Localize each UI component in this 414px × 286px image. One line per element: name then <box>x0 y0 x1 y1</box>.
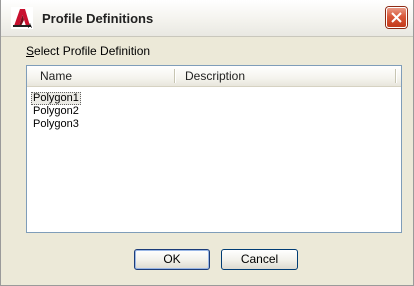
title-bar[interactable]: A Profile Definitions <box>1 0 413 37</box>
svg-text:A: A <box>28 24 32 29</box>
ok-button[interactable]: OK <box>134 249 210 270</box>
column-header-name[interactable]: Name <box>27 66 175 86</box>
window-title: Profile Definitions <box>42 11 154 26</box>
close-icon <box>391 12 402 23</box>
cancel-button[interactable]: Cancel <box>221 249 298 270</box>
profile-definitions-dialog: A Profile Definitions Select Profile Def… <box>0 0 414 286</box>
label-rest: elect Profile Definition <box>34 44 151 58</box>
select-profile-definition-label: Select Profile Definition <box>26 44 150 58</box>
label-accelerator: S <box>26 44 35 58</box>
close-button[interactable] <box>386 7 407 28</box>
autocad-app-icon: A <box>11 7 33 30</box>
list-item[interactable]: Polygon3 <box>31 118 81 131</box>
list-rows: Polygon1 Polygon2 Polygon3 <box>31 90 81 131</box>
column-header-description[interactable]: Description <box>175 66 401 86</box>
column-separator[interactable] <box>395 69 397 83</box>
profile-definitions-list[interactable]: Name Description Polygon1 Polygon2 Polyg… <box>26 65 402 233</box>
list-header: Name Description <box>27 66 401 87</box>
